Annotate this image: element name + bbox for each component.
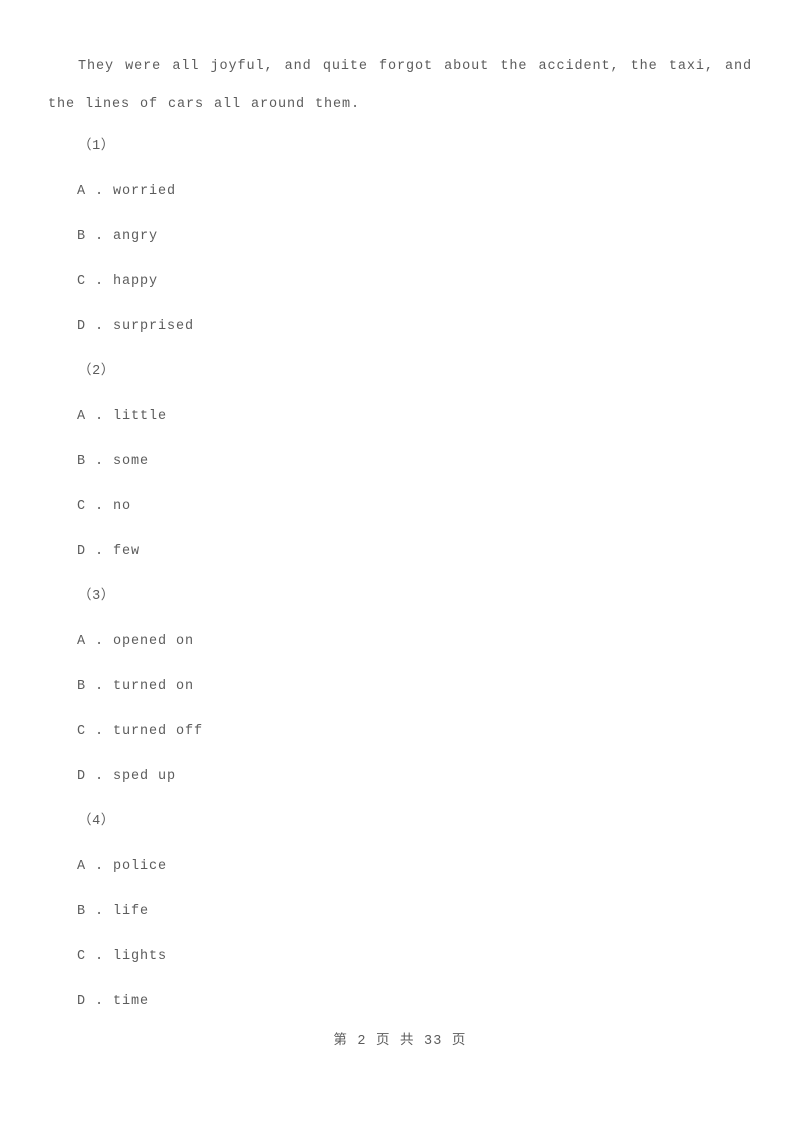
option-row[interactable]: D . time <box>48 979 752 1024</box>
option-row[interactable]: A . little <box>48 394 752 439</box>
option-row[interactable]: C . lights <box>48 934 752 979</box>
question-block: （2） A . little B . some C . no D . few <box>48 349 752 574</box>
question-number: （1） <box>78 139 115 154</box>
option-row[interactable]: C . turned off <box>48 709 752 754</box>
option-row[interactable]: A . worried <box>48 169 752 214</box>
option-row[interactable]: C . happy <box>48 259 752 304</box>
question-block: （3） A . opened on B . turned on C . turn… <box>48 574 752 799</box>
page-content: They were all joyful, and quite forgot a… <box>48 0 752 1024</box>
option-row[interactable]: A . opened on <box>48 619 752 664</box>
page-footer: 第 2 页 共 33 页 <box>333 1034 467 1049</box>
question-block: （1） A . worried B . angry C . happy D . … <box>48 124 752 349</box>
passage-paragraph: They were all joyful, and quite forgot a… <box>48 59 752 112</box>
option-row[interactable]: B . life <box>48 889 752 934</box>
option-row[interactable]: A . police <box>48 844 752 889</box>
document-page: They were all joyful, and quite forgot a… <box>0 0 800 1132</box>
option-row[interactable]: D . sped up <box>48 754 752 799</box>
option-row[interactable]: D . surprised <box>48 304 752 349</box>
option-row[interactable]: B . some <box>48 439 752 484</box>
option-row[interactable]: C . no <box>48 484 752 529</box>
option-row[interactable]: B . turned on <box>48 664 752 709</box>
question-number: （4） <box>78 814 115 829</box>
question-number: （2） <box>78 364 115 379</box>
option-row[interactable]: B . angry <box>48 214 752 259</box>
option-row[interactable]: D . few <box>48 529 752 574</box>
question-number: （3） <box>78 589 115 604</box>
question-block: （4） A . police B . life C . lights D . t… <box>48 799 752 1024</box>
